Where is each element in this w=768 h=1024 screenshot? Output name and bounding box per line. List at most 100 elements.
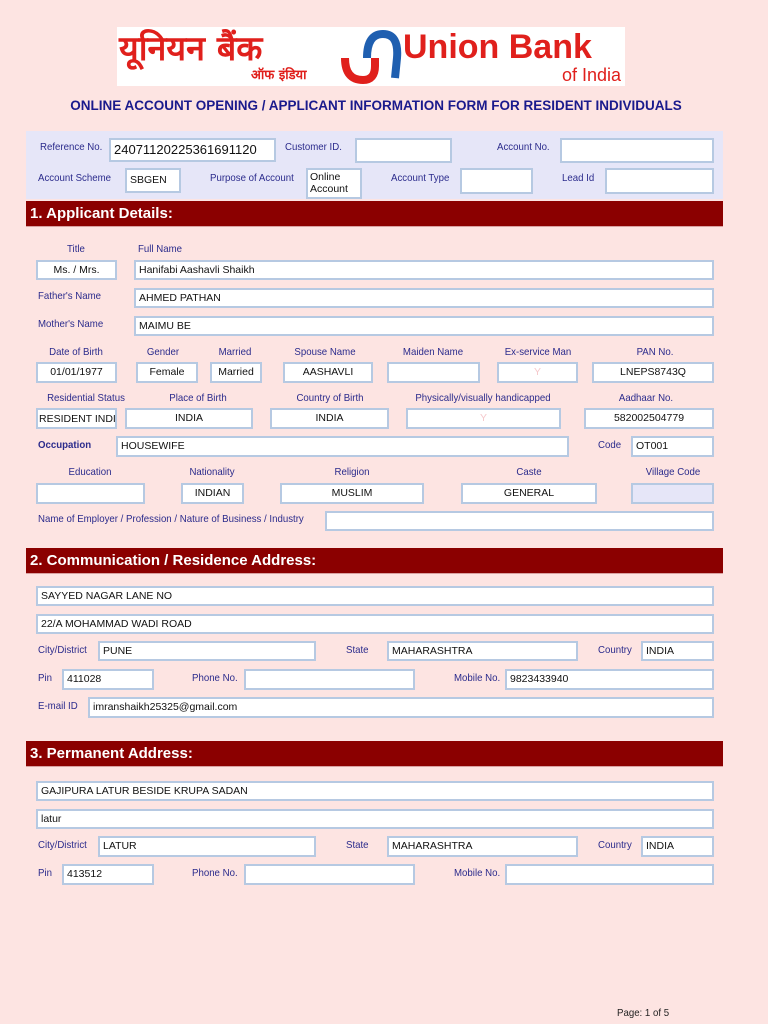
comm-pin-label: Pin xyxy=(38,672,52,684)
married-field[interactable]: Married xyxy=(210,362,262,383)
section-permanent-heading: 3. Permanent Address: xyxy=(26,741,723,767)
logo-hindi: यूनियन बैंक xyxy=(119,29,263,69)
comm-pin-field[interactable]: 411028 xyxy=(62,669,154,690)
caste-field[interactable]: GENERAL xyxy=(461,483,597,504)
email-field[interactable]: imranshaikh25325@gmail.com xyxy=(88,697,714,718)
comm-city-field[interactable]: PUNE xyxy=(98,641,316,661)
email-label: E-mail ID xyxy=(38,700,78,712)
perm-mobile-label: Mobile No. xyxy=(454,867,501,879)
maiden-field[interactable] xyxy=(387,362,480,383)
purpose-field[interactable]: Online Account xyxy=(306,168,362,199)
ex-service-field[interactable]: Y xyxy=(497,362,578,383)
comm-state-field[interactable]: MAHARASHTRA xyxy=(387,641,578,661)
place-of-birth-label: Place of Birth xyxy=(169,392,227,404)
account-type-label: Account Type xyxy=(391,172,450,184)
union-bank-logo: यूनियन बैंक ऑफ इंडिया Union Bank of Indi… xyxy=(117,27,625,86)
lead-id-label: Lead Id xyxy=(562,172,595,184)
comm-address-line1[interactable]: SAYYED NAGAR LANE NO xyxy=(36,586,714,606)
lead-id-field[interactable] xyxy=(605,168,714,194)
account-type-field[interactable] xyxy=(460,168,533,194)
spouse-field[interactable]: AASHAVLI xyxy=(283,362,373,383)
residential-status-field[interactable]: RESIDENT INDIAN xyxy=(36,408,117,429)
aadhaar-field[interactable]: 582002504779 xyxy=(584,408,714,429)
comm-country-field[interactable]: INDIA xyxy=(641,641,714,661)
perm-state-field[interactable]: MAHARASHTRA xyxy=(387,836,578,857)
full-name-label: Full Name xyxy=(138,243,183,255)
mother-name-field[interactable]: MAIMU BE xyxy=(134,316,714,336)
pan-field[interactable]: LNEPS8743Q xyxy=(592,362,714,383)
dob-field[interactable]: 01/01/1977 xyxy=(36,362,117,383)
perm-pin-field[interactable]: 413512 xyxy=(62,864,154,885)
education-field[interactable] xyxy=(36,483,145,504)
perm-country-field[interactable]: INDIA xyxy=(641,836,714,857)
religion-field[interactable]: MUSLIM xyxy=(280,483,424,504)
gender-field[interactable]: Female xyxy=(136,362,198,383)
account-no-label: Account No. xyxy=(497,141,550,153)
perm-address-line2[interactable]: latur xyxy=(36,809,714,829)
title-label: Title xyxy=(67,243,85,255)
scheme-label: Account Scheme xyxy=(38,172,112,184)
residential-status-label: Residential Status xyxy=(47,392,125,404)
caste-label: Caste xyxy=(516,466,542,478)
perm-phone-label: Phone No. xyxy=(192,867,238,879)
comm-mobile-label: Mobile No. xyxy=(454,672,501,684)
comm-phone-field[interactable] xyxy=(244,669,415,690)
section-communication-heading: 2. Communication / Residence Address: xyxy=(26,548,723,574)
employer-label: Name of Employer / Profession / Nature o… xyxy=(38,513,304,525)
perm-address-line1[interactable]: GAJIPURA LATUR BESIDE KRUPA SADAN xyxy=(36,781,714,801)
account-no-field[interactable] xyxy=(560,138,714,163)
code-field[interactable]: OT001 xyxy=(631,436,714,457)
aadhaar-label: Aadhaar No. xyxy=(618,392,674,404)
country-of-birth-field[interactable]: INDIA xyxy=(270,408,389,429)
nationality-field[interactable]: INDIAN xyxy=(181,483,244,504)
section-applicant-heading: 1. Applicant Details: xyxy=(26,201,723,227)
page-number: Page: 1 of 5 xyxy=(617,1007,670,1019)
comm-address-line2[interactable]: 22/A MOHAMMAD WADI ROAD xyxy=(36,614,714,634)
comm-phone-label: Phone No. xyxy=(192,672,238,684)
perm-pin-label: Pin xyxy=(38,867,52,879)
occupation-field[interactable]: HOUSEWIFE xyxy=(116,436,569,457)
comm-city-label: City/District xyxy=(38,644,87,656)
handicapped-label: Physically/visually handicapped xyxy=(415,392,551,404)
education-label: Education xyxy=(68,466,112,478)
perm-country-label: Country xyxy=(598,839,632,851)
father-name-field[interactable]: AHMED PATHAN xyxy=(134,288,714,308)
perm-city-field[interactable]: LATUR xyxy=(98,836,316,857)
reference-label: Reference No. xyxy=(40,141,103,153)
full-name-field[interactable]: Hanifabi Aashavli Shaikh xyxy=(134,260,714,280)
nationality-label: Nationality xyxy=(189,466,235,478)
logo-english-sub: of India xyxy=(561,65,621,85)
place-of-birth-field[interactable]: INDIA xyxy=(125,408,253,429)
form-page: यूनियन बैंक ऑफ इंडिया Union Bank of Indi… xyxy=(0,0,768,1024)
customer-id-field[interactable] xyxy=(355,138,452,163)
village-code-label: Village Code xyxy=(645,466,701,478)
union-bank-symbol-icon xyxy=(341,30,402,84)
code-label: Code xyxy=(598,439,622,451)
form-title: ONLINE ACCOUNT OPENING / APPLICANT INFOR… xyxy=(70,98,682,113)
perm-city-label: City/District xyxy=(38,839,87,851)
comm-state-label: State xyxy=(346,644,369,656)
religion-label: Religion xyxy=(334,466,370,478)
scheme-field[interactable]: SBGEN xyxy=(125,168,181,193)
mother-name-label: Mother's Name xyxy=(38,318,104,330)
comm-mobile-field[interactable]: 9823433940 xyxy=(505,669,714,690)
village-code-field[interactable] xyxy=(631,483,714,504)
gender-label: Gender xyxy=(146,346,180,358)
customer-id-label: Customer ID. xyxy=(285,141,342,153)
maiden-label: Maiden Name xyxy=(402,346,464,358)
pan-label: PAN No. xyxy=(636,346,674,358)
logo-english: Union Bank xyxy=(403,28,592,66)
employer-field[interactable] xyxy=(325,511,714,531)
handicapped-field[interactable]: Y xyxy=(406,408,561,429)
perm-phone-field[interactable] xyxy=(244,864,415,885)
country-of-birth-label: Country of Birth xyxy=(296,392,364,404)
title-field[interactable]: Ms. / Mrs. xyxy=(36,260,117,280)
father-name-label: Father's Name xyxy=(38,290,102,302)
reference-field[interactable]: 24071120225361691120 xyxy=(109,138,276,162)
perm-mobile-field[interactable] xyxy=(505,864,714,885)
dob-label: Date of Birth xyxy=(49,346,103,358)
perm-state-label: State xyxy=(346,839,369,851)
ex-service-label: Ex-service Man xyxy=(504,346,572,358)
married-label: Married xyxy=(218,346,252,358)
occupation-label: Occupation xyxy=(38,439,92,451)
